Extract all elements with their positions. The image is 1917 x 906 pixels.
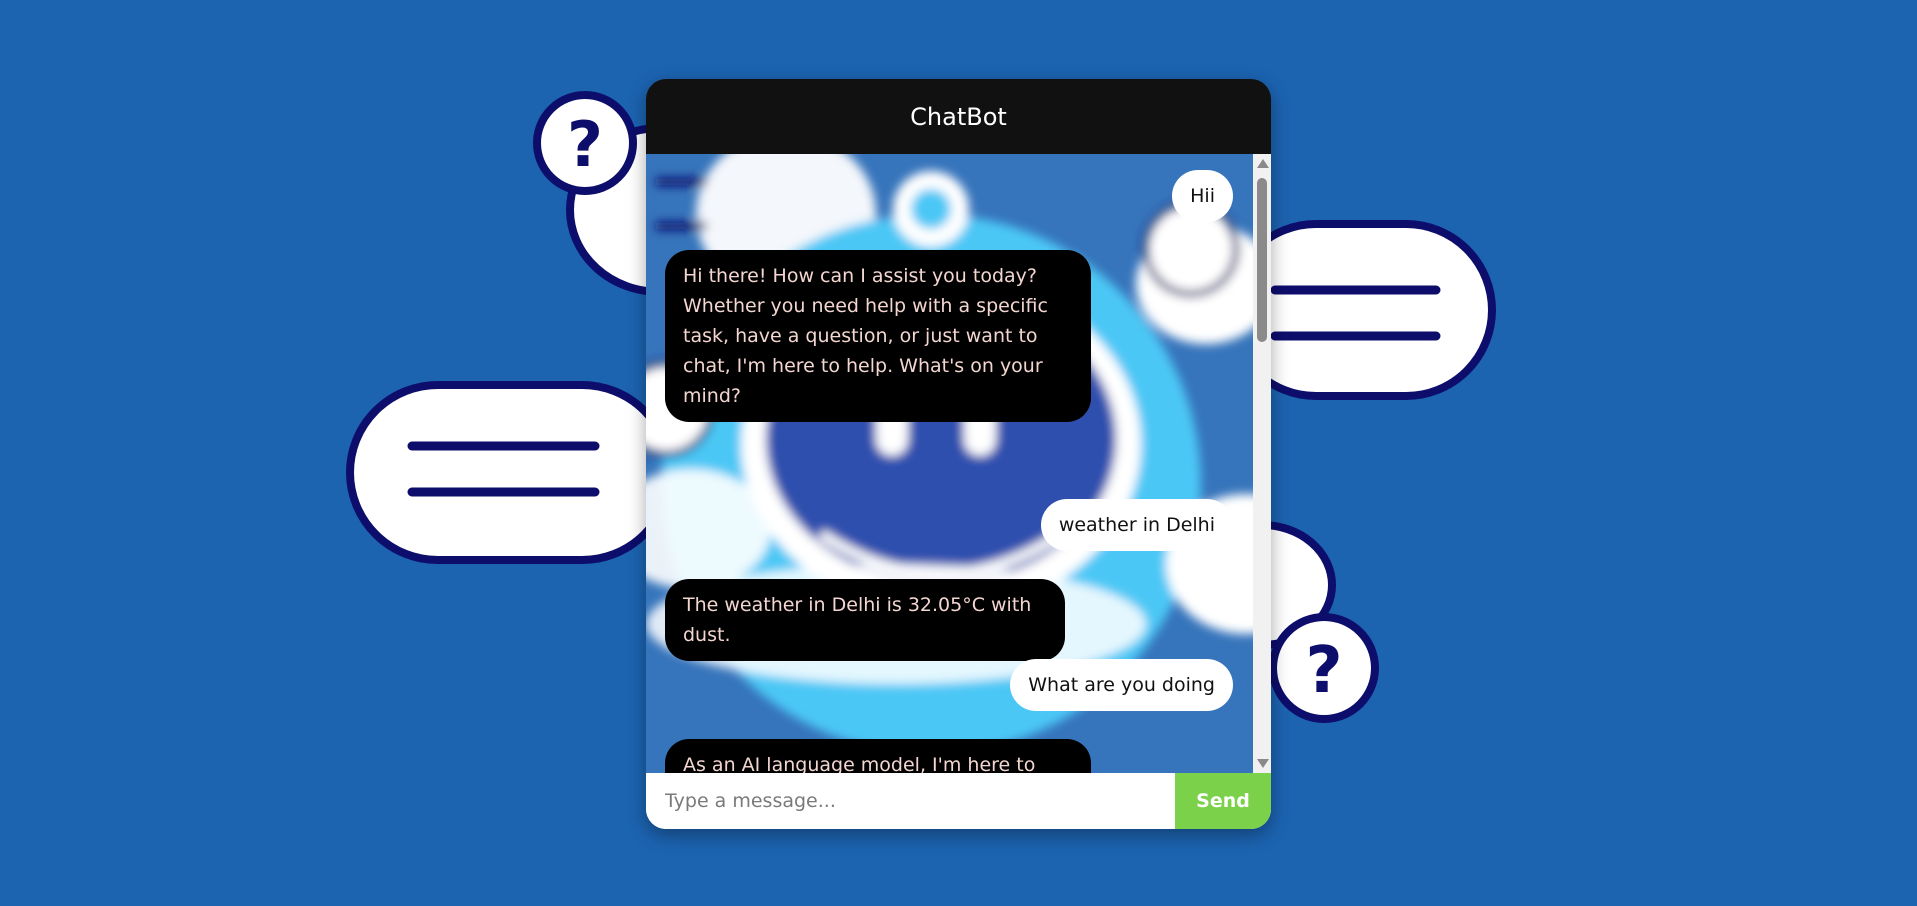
scroll-up-arrow-icon[interactable] (1257, 159, 1269, 168)
bot-message: Hi there! How can I assist you today? Wh… (665, 250, 1091, 422)
message-list: Hii Hi there! How can I assist you today… (646, 154, 1253, 773)
scrollbar-thumb[interactable] (1257, 178, 1267, 342)
user-message: weather in Delhi (1040, 499, 1233, 551)
send-button[interactable]: Send (1175, 773, 1271, 829)
user-message: What are you doing (1010, 659, 1233, 711)
bot-message: The weather in Delhi is 32.05°C with dus… (665, 579, 1065, 661)
chat-messages-area[interactable]: Hii Hi there! How can I assist you today… (646, 154, 1271, 773)
scroll-down-arrow-icon[interactable] (1257, 759, 1269, 768)
messages-scrollbar[interactable] (1253, 154, 1271, 773)
svg-text:?: ? (567, 108, 603, 181)
chat-title: ChatBot (910, 102, 1007, 131)
chat-header: ChatBot (646, 79, 1271, 154)
bot-message: As an AI language model, I'm here to ass… (665, 739, 1091, 773)
message-input-bar: Send (646, 773, 1271, 829)
svg-text:?: ? (1305, 634, 1342, 708)
message-input[interactable] (646, 773, 1175, 829)
chat-window: ChatBot Hii Hi there! How can I assist y… (646, 79, 1271, 829)
user-message: Hii (1172, 170, 1233, 222)
